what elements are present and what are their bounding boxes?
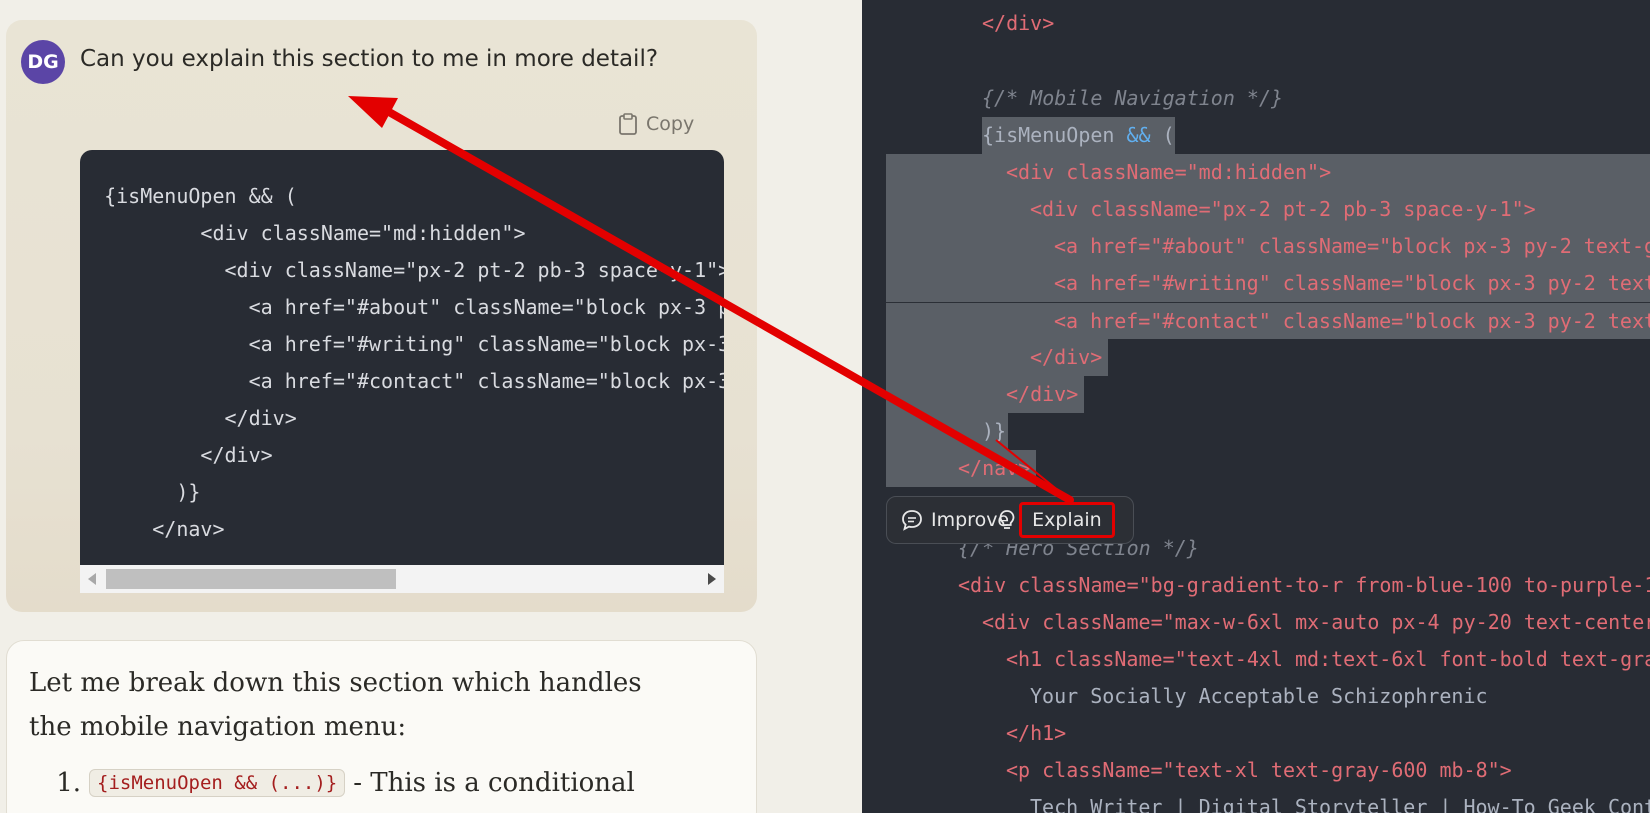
editor-line-selected: <div className="px-2 pt-2 pb-3 space-y-1… — [886, 191, 1650, 228]
code-line: </div> — [80, 406, 297, 430]
explain-button[interactable]: Explain — [999, 502, 1115, 538]
editor-line-selected: </div> — [886, 339, 1108, 376]
assistant-message: Let me break down this section which han… — [6, 640, 757, 813]
code-block: {isMenuOpen && ( <div className="md:hidd… — [80, 150, 724, 593]
editor-line: Your Socially Acceptable Schizophrenic — [1030, 684, 1488, 708]
editor-line: Tech Writer | Digital Storyteller | How-… — [1030, 795, 1650, 813]
user-message-text: Can you explain this section to me in mo… — [80, 46, 659, 72]
editor-line: <p className="text-xl text-gray-600 mb-8… — [1006, 758, 1512, 782]
clipboard-icon — [619, 113, 637, 135]
editor-line: <div className="max-w-6xl mx-auto px-4 p… — [982, 610, 1650, 634]
scroll-right-arrow-icon[interactable] — [708, 573, 716, 585]
selection-toolbar: Improve Explain — [886, 496, 1134, 544]
code-line: <div className="md:hidden"> — [80, 221, 526, 245]
user-message: DG Can you explain this section to me in… — [6, 20, 757, 612]
code-line: </nav> — [80, 517, 225, 541]
code-line: <div className="px-2 pt-2 pb-3 space-y-1… — [80, 258, 724, 282]
list-item-text: - This is a conditional — [353, 768, 635, 798]
scrollbar-thumb[interactable] — [106, 569, 396, 589]
copy-label: Copy — [646, 113, 695, 135]
editor-line-selected: )} — [886, 413, 1008, 450]
chat-bubble-icon — [902, 510, 922, 531]
code-line: {isMenuOpen && ( — [80, 184, 297, 208]
code-line: <a href="#about" className="block px-3 p… — [80, 295, 724, 319]
list-item-number: 1. — [56, 768, 81, 798]
editor-line-selected: {isMenuOpen && ( — [982, 117, 1175, 154]
editor-line: <div className="bg-gradient-to-r from-bl… — [958, 573, 1650, 597]
scroll-left-arrow-icon[interactable] — [88, 573, 96, 585]
editor-line-selected: </nav> — [886, 450, 1036, 487]
explain-label: Explain — [1032, 509, 1102, 531]
inline-code: {isMenuOpen && (...)} — [89, 769, 346, 797]
editor-line: </h1> — [1006, 721, 1067, 745]
list-item: 1. {isMenuOpen && (...)} - This is a con… — [29, 761, 729, 805]
editor-line: <h1 className="text-4xl md:text-6xl font… — [1006, 647, 1650, 671]
editor-line: {/* Mobile Navigation */} — [982, 86, 1284, 110]
chat-pane: DG Can you explain this section to me in… — [0, 0, 862, 813]
copy-button[interactable]: Copy — [618, 108, 694, 140]
improve-button[interactable]: Improve — [901, 509, 1009, 531]
code-line: <a href="#contact" className="block px-3… — [248, 369, 724, 393]
horizontal-scrollbar[interactable] — [80, 565, 724, 593]
editor-line-selected: <a href="#contact" className="block px-3… — [886, 302, 1650, 339]
code-line: <a href="#writing" className="block px-3… — [248, 332, 724, 356]
lightbulb-icon — [999, 510, 1015, 529]
assistant-intro: Let me break down this section which han… — [29, 668, 642, 742]
editor-line-selected: </div> — [886, 376, 1084, 413]
editor-line-selected: <a href="#about" className="block px-3 p… — [886, 228, 1650, 265]
editor-line: </div> — [982, 11, 1055, 35]
code-editor[interactable]: </div> {/* Mobile Navigation */} {isMenu… — [862, 0, 1650, 813]
avatar[interactable]: DG — [21, 40, 65, 84]
code-line: </div> — [80, 443, 273, 467]
code-line: )} — [80, 480, 201, 504]
editor-line-selected: <div className="md:hidden"> — [886, 154, 1650, 191]
editor-line-selected: <a href="#writing" className="block px-3… — [886, 265, 1650, 302]
